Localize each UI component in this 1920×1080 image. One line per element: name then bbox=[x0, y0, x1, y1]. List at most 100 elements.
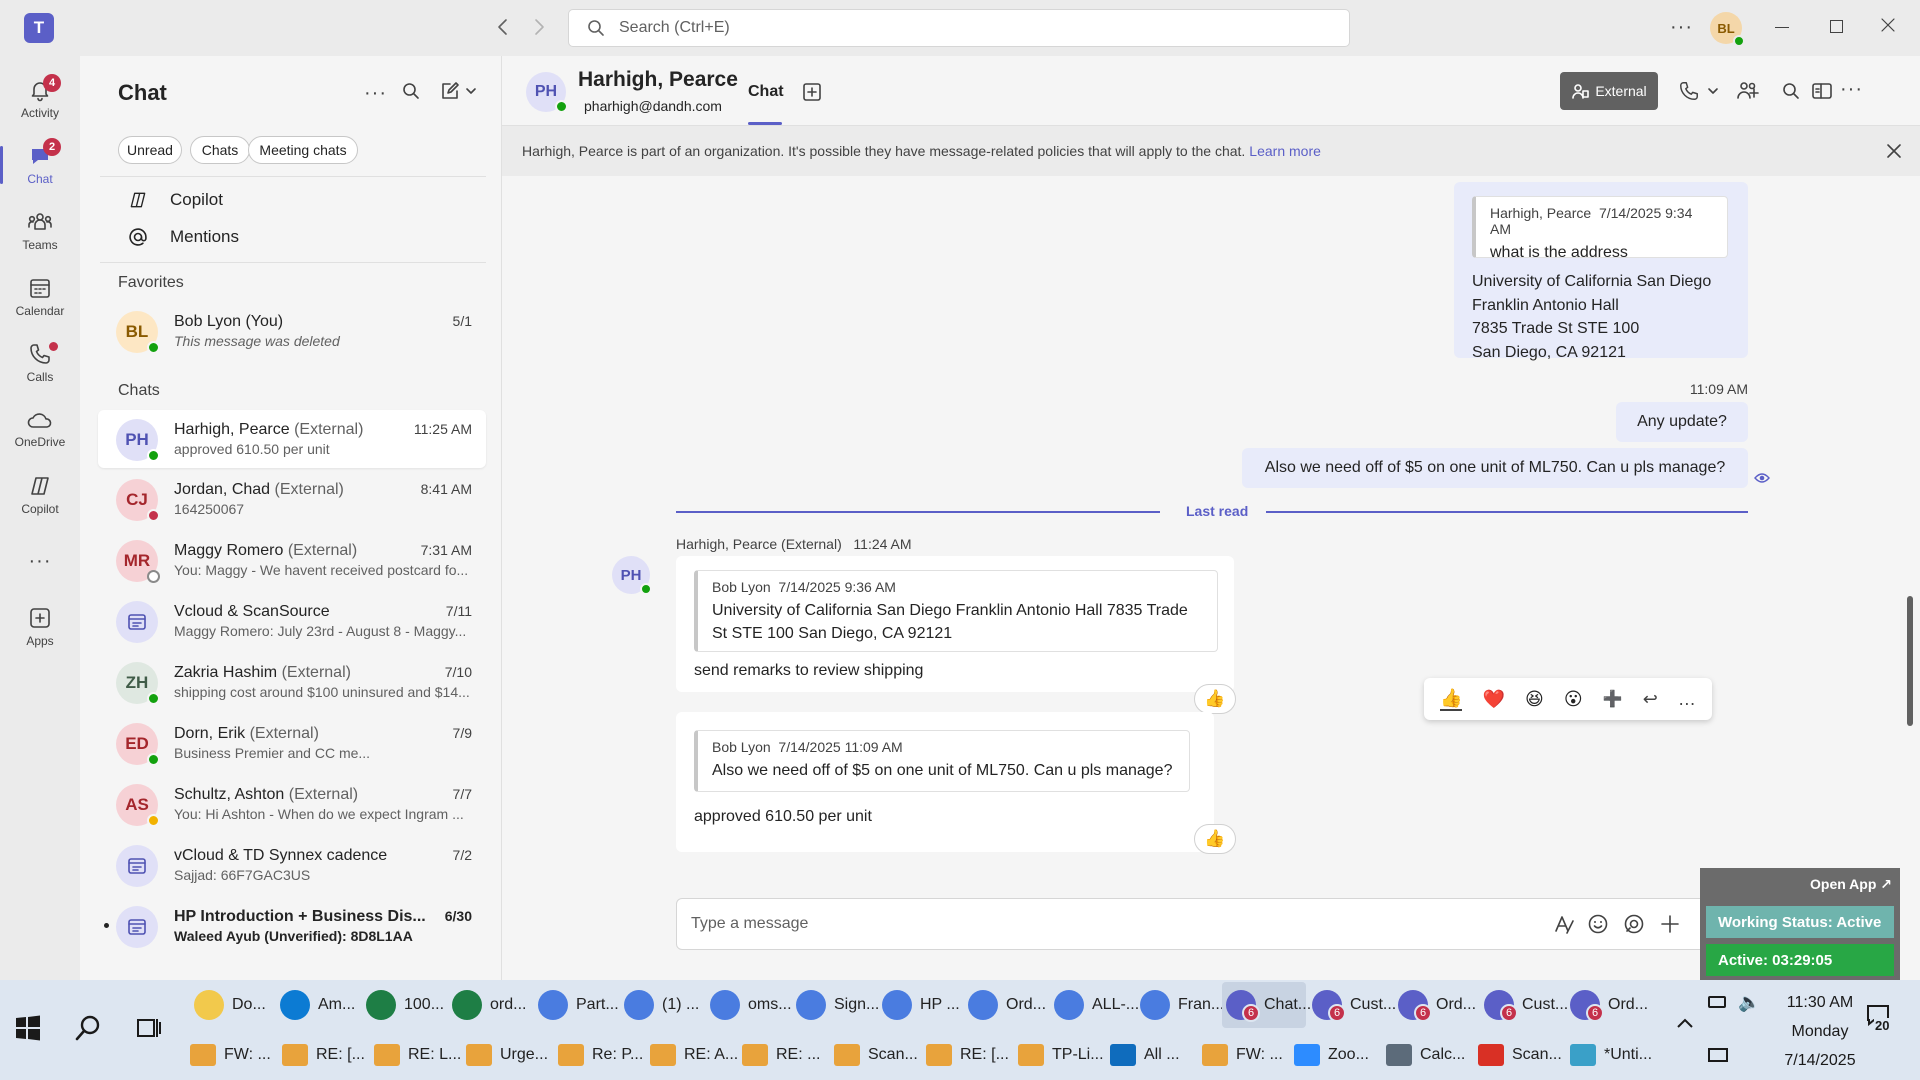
pop-out-icon[interactable] bbox=[1812, 82, 1832, 100]
taskbar-app-button[interactable]: 6 Cust... bbox=[1308, 982, 1396, 1028]
nav-mentions[interactable]: Mentions bbox=[128, 227, 239, 247]
call-icon[interactable] bbox=[1678, 80, 1700, 102]
heart-reaction-button[interactable]: ❤️ bbox=[1483, 689, 1505, 710]
rail-apps[interactable]: Apps bbox=[0, 596, 80, 658]
network-icon[interactable] bbox=[1708, 1048, 1728, 1062]
chat-list-item-unread[interactable]: HP Introduction + Business Dis... Waleed… bbox=[98, 897, 486, 955]
call-options-chevron-icon[interactable] bbox=[1706, 84, 1720, 98]
chat-list-item[interactable]: AS Schultz, Ashton (External) You: Hi As… bbox=[98, 775, 486, 833]
dismiss-banner-icon[interactable] bbox=[1886, 143, 1902, 159]
volume-icon[interactable]: 🔈 bbox=[1738, 992, 1760, 1013]
show-hidden-icons-chevron[interactable] bbox=[1676, 1016, 1694, 1030]
search-input[interactable]: Search (Ctrl+E) bbox=[568, 9, 1350, 47]
add-people-icon[interactable] bbox=[1736, 80, 1760, 102]
taskbar-window-button[interactable]: RE: ... bbox=[742, 1032, 832, 1078]
contact-avatar[interactable]: PH bbox=[526, 72, 568, 113]
taskbar-window-button[interactable]: Scan... bbox=[834, 1032, 924, 1078]
chat-list-item[interactable]: BL Bob Lyon (You) This message was delet… bbox=[98, 302, 486, 360]
windows-start-icon[interactable] bbox=[14, 1014, 42, 1042]
chat-list-item[interactable]: CJ Jordan, Chad (External) 164250067 8:4… bbox=[98, 470, 486, 528]
taskbar-app-button[interactable]: Fran... bbox=[1136, 982, 1224, 1028]
taskbar-app-button[interactable]: oms... bbox=[706, 982, 792, 1028]
rail-onedrive[interactable]: OneDrive bbox=[0, 398, 80, 460]
quoted-reply[interactable]: Bob Lyon 7/14/2025 11:09 AM Also we need… bbox=[694, 730, 1190, 792]
chat-list-item[interactable]: vCloud & TD Synnex cadence Sajjad: 66F7G… bbox=[98, 836, 486, 894]
taskbar-window-button[interactable]: TP-Li... bbox=[1018, 1032, 1108, 1078]
attach-plus-icon[interactable] bbox=[1659, 913, 1681, 935]
open-app-link[interactable]: Open App ↗ bbox=[1810, 876, 1892, 893]
taskbar-window-button[interactable]: RE: [... bbox=[926, 1032, 1016, 1078]
message-more-options[interactable]: … bbox=[1678, 689, 1696, 710]
taskbar-window-button[interactable]: Scan... bbox=[1478, 1032, 1568, 1078]
notification-center-icon[interactable]: 20 bbox=[1866, 1004, 1894, 1033]
surprised-reaction-button[interactable]: 😮 bbox=[1564, 689, 1583, 710]
rail-chat[interactable]: Chat 2 bbox=[0, 134, 80, 196]
back-arrow-icon[interactable] bbox=[496, 17, 510, 37]
message-composer[interactable]: Type a message bbox=[676, 898, 1706, 950]
taskbar-app-button[interactable]: Am... bbox=[276, 982, 360, 1028]
forward-arrow-icon[interactable] bbox=[532, 17, 546, 37]
taskbar-app-button[interactable]: ALL-... bbox=[1050, 982, 1139, 1028]
battery-icon[interactable] bbox=[1708, 996, 1726, 1008]
working-status-button[interactable]: Working Status: Active bbox=[1706, 906, 1894, 938]
outgoing-message[interactable]: Any update? bbox=[1616, 402, 1748, 442]
taskbar-app-button[interactable]: 6 Chat... bbox=[1222, 982, 1311, 1028]
loop-component-icon[interactable] bbox=[1623, 913, 1645, 935]
outgoing-message[interactable]: Harhigh, Pearce 7/14/2025 9:34 AM what i… bbox=[1454, 182, 1748, 361]
taskbar-window-button[interactable]: Zoo... bbox=[1294, 1032, 1384, 1078]
taskbar-app-button[interactable]: Sign... bbox=[792, 982, 879, 1028]
more-reactions-button[interactable]: ➕ bbox=[1603, 689, 1623, 709]
task-view-icon[interactable] bbox=[136, 1016, 162, 1040]
chat-more-options-icon[interactable]: ··· bbox=[364, 82, 387, 105]
chat-list-item[interactable]: ZH Zakria Hashim (External) shipping cos… bbox=[98, 653, 486, 711]
taskbar-window-button[interactable]: RE: [... bbox=[282, 1032, 372, 1078]
chat-list-item-selected[interactable]: PH Harhigh, Pearce (External) approved 6… bbox=[98, 410, 486, 468]
taskbar-app-button[interactable]: Part... bbox=[534, 982, 619, 1028]
taskbar-window-button[interactable]: RE: A... bbox=[650, 1032, 740, 1078]
maximize-icon[interactable] bbox=[1830, 20, 1843, 33]
filter-chats[interactable]: Chats bbox=[190, 136, 250, 164]
chat-list-item[interactable]: Vcloud & ScanSource Maggy Romero: July 2… bbox=[98, 592, 486, 650]
incoming-message[interactable]: Bob Lyon 7/14/2025 9:36 AM University of… bbox=[676, 556, 1234, 692]
sender-avatar[interactable]: PH bbox=[612, 556, 652, 595]
taskbar-app-button[interactable]: Ord... bbox=[964, 982, 1048, 1028]
outgoing-message[interactable]: Also we need off of $5 on one unit of ML… bbox=[1242, 448, 1748, 488]
rail-calendar[interactable]: Calendar bbox=[0, 266, 80, 328]
rail-teams[interactable]: Teams bbox=[0, 200, 80, 262]
quoted-reply[interactable]: Bob Lyon 7/14/2025 9:36 AM University of… bbox=[694, 570, 1218, 652]
minimize-icon[interactable] bbox=[1775, 27, 1789, 28]
like-reaction-button[interactable]: 👍 bbox=[1440, 688, 1463, 711]
emoji-icon[interactable] bbox=[1587, 913, 1609, 935]
taskbar-app-button[interactable]: ord... bbox=[448, 982, 532, 1028]
taskbar-app-button[interactable]: 6 Ord... bbox=[1566, 982, 1650, 1028]
filter-meeting-chats[interactable]: Meeting chats bbox=[248, 136, 358, 164]
chat-filter-search-icon[interactable] bbox=[402, 82, 420, 100]
thumbs-up-reaction[interactable]: 👍 bbox=[1194, 824, 1236, 854]
scrollbar-thumb[interactable] bbox=[1907, 596, 1913, 726]
header-more-icon[interactable]: ··· bbox=[1840, 78, 1863, 101]
taskbar-app-button[interactable]: 6 Ord... bbox=[1394, 982, 1478, 1028]
taskbar-window-button[interactable]: RE: L... bbox=[374, 1032, 464, 1078]
incoming-message[interactable]: Bob Lyon 7/14/2025 11:09 AM Also we need… bbox=[676, 712, 1214, 852]
quoted-reply[interactable]: Harhigh, Pearce 7/14/2025 9:34 AM what i… bbox=[1472, 196, 1728, 261]
taskbar-app-button[interactable]: 6 Cust... bbox=[1480, 982, 1568, 1028]
format-text-icon[interactable] bbox=[1553, 913, 1575, 935]
taskbar-search-icon[interactable] bbox=[74, 1014, 102, 1042]
clock[interactable]: 11:30 AM Monday 7/14/2025 bbox=[1760, 988, 1880, 1075]
nav-copilot[interactable]: Copilot bbox=[128, 190, 223, 210]
rail-copilot[interactable]: Copilot bbox=[0, 464, 80, 526]
taskbar-app-button[interactable]: Do... bbox=[190, 982, 274, 1028]
taskbar-window-button[interactable]: FW: ... bbox=[1202, 1032, 1292, 1078]
rail-activity[interactable]: Activity 4 bbox=[0, 68, 80, 130]
taskbar-window-button[interactable]: Urge... bbox=[466, 1032, 556, 1078]
taskbar-window-button[interactable]: Re: P... bbox=[558, 1032, 648, 1078]
laugh-reaction-button[interactable]: 😆 bbox=[1525, 689, 1544, 710]
taskbar-window-button[interactable]: FW: ... bbox=[190, 1032, 280, 1078]
new-chat-button[interactable] bbox=[440, 81, 478, 101]
more-options-icon[interactable]: ··· bbox=[1670, 16, 1693, 39]
chat-list-item[interactable]: MR Maggy Romero (External) You: Maggy - … bbox=[98, 531, 486, 589]
add-tab-icon[interactable] bbox=[802, 82, 822, 102]
filter-unread[interactable]: Unread bbox=[118, 136, 182, 164]
chat-list-item[interactable]: ED Dorn, Erik (External) Business Premie… bbox=[98, 714, 486, 772]
tab-chat[interactable]: Chat bbox=[748, 83, 784, 101]
